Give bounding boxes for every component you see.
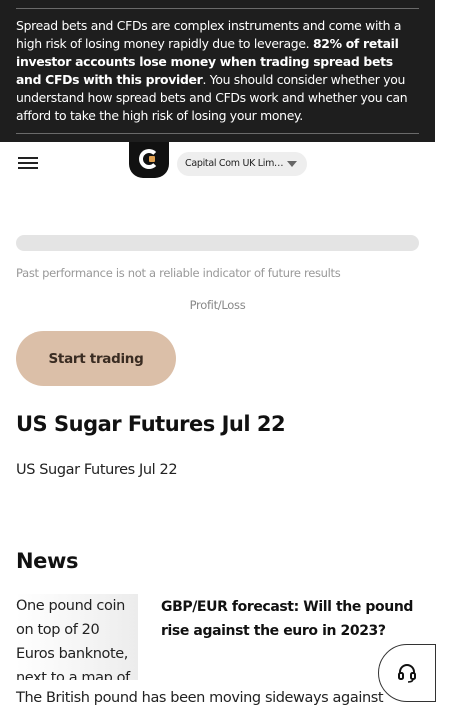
news-snippet: The British pound has been moving sidewa…	[16, 690, 384, 706]
news-thumbnail[interactable]: One pound coin on top of 20 Euros bankno…	[16, 594, 138, 680]
news-thumbnail-alt: One pound coin on top of 20 Euros bankno…	[16, 598, 130, 680]
page-title: US Sugar Futures Jul 22	[16, 412, 286, 436]
news-headline-link[interactable]: GBP/EUR forecast: Will the pound rise ag…	[161, 595, 426, 643]
support-chat-button[interactable]	[378, 644, 436, 702]
caret-down-icon	[287, 161, 297, 167]
instrument-subtitle: US Sugar Futures Jul 22	[16, 462, 178, 478]
risk-warning-banner: Spread bets and CFDs are complex instrum…	[0, 0, 435, 142]
banner-divider-top	[16, 8, 419, 9]
entity-selector[interactable]: Capital Com UK Limited	[177, 152, 307, 176]
chart-loading-placeholder	[16, 235, 419, 251]
profit-loss-label: Profit/Loss	[189, 298, 246, 312]
performance-disclaimer: Past performance is not a reliable indic…	[16, 266, 341, 280]
entity-selector-label: Capital Com UK Limited	[185, 158, 285, 169]
banner-divider-bottom	[16, 133, 419, 134]
headset-icon	[398, 664, 416, 683]
menu-icon[interactable]	[18, 156, 38, 172]
risk-warning-text: Spread bets and CFDs are complex instrum…	[16, 17, 421, 125]
news-heading: News	[16, 549, 79, 573]
capital-com-logo[interactable]	[129, 142, 169, 178]
start-trading-button[interactable]: Start trading	[16, 331, 176, 386]
